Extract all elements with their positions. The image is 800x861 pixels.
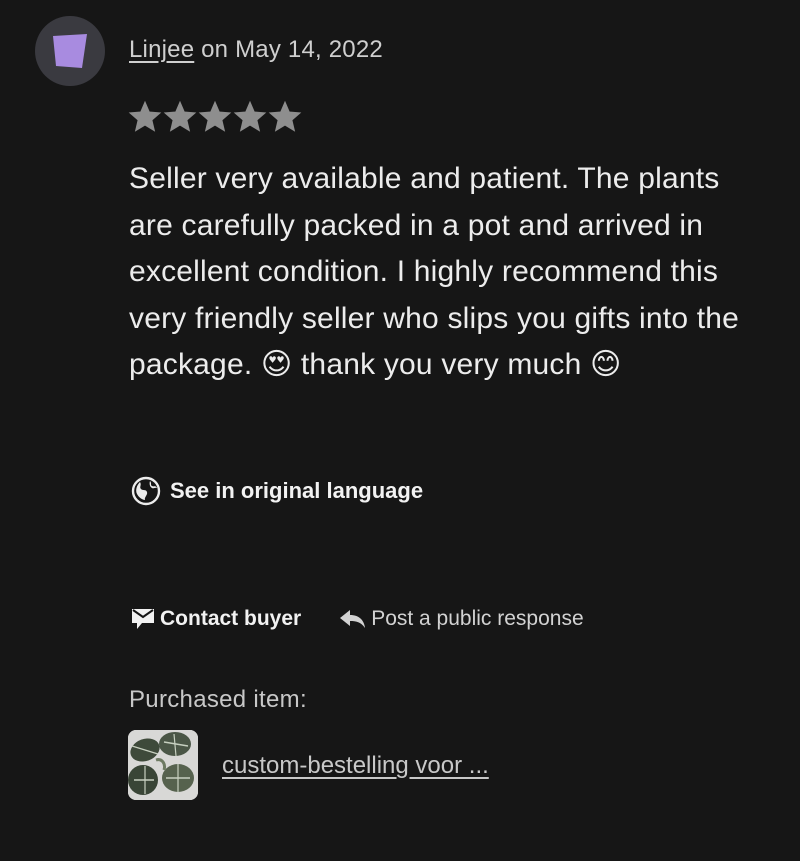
post-public-response-button[interactable]: Post a public response: [339, 607, 584, 631]
star-icon: [198, 100, 232, 132]
author-link[interactable]: Linjee: [129, 36, 194, 63]
review-header: Linjee on May 14, 2022: [129, 36, 383, 64]
message-icon: [132, 609, 154, 629]
star-rating: [128, 100, 302, 134]
review-text: Seller very available and patient. The p…: [129, 162, 740, 381]
star-icon: [268, 100, 302, 132]
post-public-response-label: Post a public response: [371, 607, 584, 630]
globe-icon: [131, 476, 161, 506]
avatar-shape-icon: [53, 34, 87, 68]
review-actions: Contact buyer Post a public response: [130, 606, 584, 632]
purchased-item-link[interactable]: custom-bestelling voor ...: [222, 752, 489, 780]
see-original-language-label: See in original language: [170, 478, 424, 503]
review-date: on May 14, 2022: [194, 36, 383, 63]
plant-photo-icon: [128, 730, 198, 800]
contact-buyer-label: Contact buyer: [160, 607, 302, 630]
star-icon: [163, 100, 197, 132]
contact-buyer-button[interactable]: Contact buyer: [130, 606, 301, 632]
item-thumbnail[interactable]: [128, 730, 198, 800]
see-original-language-link[interactable]: See in original language: [131, 476, 423, 506]
star-icon: [233, 100, 267, 132]
purchased-item-label: Purchased item:: [129, 686, 307, 713]
reply-arrow-icon: [340, 610, 366, 628]
star-icon: [128, 100, 162, 132]
avatar[interactable]: [35, 16, 105, 86]
